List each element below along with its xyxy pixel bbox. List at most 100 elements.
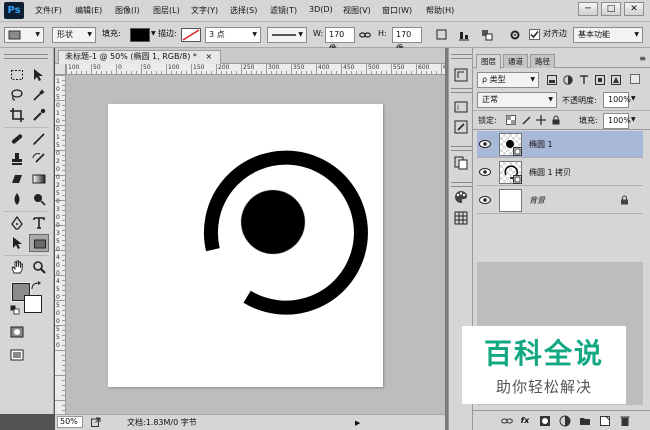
- crop-tool[interactable]: [7, 106, 27, 124]
- width-field[interactable]: 170 像: [325, 27, 355, 53]
- menu-layer[interactable]: 图层(L): [153, 5, 180, 16]
- marquee-tool[interactable]: [7, 66, 27, 84]
- opacity-field[interactable]: 100%: [603, 92, 631, 108]
- close-tab-icon[interactable]: ×: [205, 52, 212, 61]
- layer-name[interactable]: 椭圆 1: [529, 139, 553, 150]
- gear-icon[interactable]: [509, 29, 521, 41]
- fill-color-swatch[interactable]: [130, 28, 150, 42]
- properties-panel-button[interactable]: [452, 154, 471, 172]
- chevron-down-icon[interactable]: ▼: [151, 27, 156, 43]
- menu-help[interactable]: 帮助(H): [426, 5, 454, 16]
- blend-mode-select[interactable]: 正常 ▼: [477, 92, 557, 108]
- swap-colors-icon[interactable]: [30, 281, 42, 291]
- menu-edit[interactable]: 编辑(E): [75, 5, 102, 16]
- link-icon[interactable]: [359, 29, 371, 41]
- workspace-select[interactable]: 基本功能 ▼: [573, 27, 643, 43]
- close-button[interactable]: ✕: [624, 2, 644, 16]
- layer-row-ellipse-1-copy[interactable]: 椭圆 1 拷贝: [477, 159, 643, 186]
- canvas-area[interactable]: [66, 75, 445, 414]
- blur-tool[interactable]: [7, 190, 27, 208]
- panel-menu-icon[interactable]: ≡: [639, 54, 646, 63]
- lock-all-icon[interactable]: [551, 115, 561, 125]
- stroke-type-select[interactable]: ▼: [267, 27, 307, 43]
- filter-pixel-icon[interactable]: [547, 75, 557, 85]
- rectangle-tool[interactable]: [29, 234, 49, 252]
- menu-type[interactable]: 文字(Y): [191, 5, 218, 16]
- tool-preset-picker[interactable]: ▼: [4, 27, 44, 43]
- brush-tool[interactable]: [29, 130, 49, 148]
- lock-pixels-icon[interactable]: [521, 115, 531, 125]
- layer-row-ellipse-1[interactable]: 椭圆 1: [477, 131, 643, 158]
- chevron-down-icon[interactable]: ▼: [631, 95, 636, 102]
- path-arrangement-icon[interactable]: [481, 29, 493, 41]
- menu-filter[interactable]: 滤镜(T): [270, 5, 297, 16]
- menu-view[interactable]: 视图(V): [343, 5, 371, 16]
- eyedropper-tool[interactable]: [29, 106, 49, 124]
- filter-shape-icon[interactable]: [595, 75, 605, 85]
- layer-name[interactable]: 椭圆 1 拷贝: [529, 167, 571, 178]
- tab-layers[interactable]: 图层: [476, 54, 501, 69]
- export-icon[interactable]: [91, 417, 101, 427]
- group-icon[interactable]: [579, 415, 591, 427]
- layer-filter-select[interactable]: ρ 类型 ▼: [477, 72, 539, 88]
- menu-file[interactable]: 文件(F): [35, 5, 62, 16]
- menu-select[interactable]: 选择(S): [230, 5, 257, 16]
- eraser-tool[interactable]: [7, 170, 27, 188]
- history-panel-button[interactable]: [452, 66, 471, 84]
- type-tool[interactable]: [29, 214, 49, 232]
- status-menu-arrow-icon[interactable]: ▶: [355, 416, 360, 430]
- lock-transparency-icon[interactable]: [506, 115, 516, 125]
- lasso-tool[interactable]: [7, 86, 27, 104]
- stroke-width-field[interactable]: 3 点 ▼: [205, 27, 261, 43]
- path-operations-icon[interactable]: [436, 29, 448, 41]
- link-icon[interactable]: [501, 415, 513, 427]
- quick-mask-button[interactable]: [7, 323, 27, 341]
- document-tab[interactable]: 未标题-1 @ 50% (椭圆 1, RGB/8) * ×: [58, 50, 222, 64]
- tab-paths[interactable]: 路径: [530, 54, 555, 68]
- filter-smart-object-icon[interactable]: [611, 75, 621, 85]
- panel-grip[interactable]: [451, 182, 472, 187]
- align-edges-checkbox[interactable]: [529, 29, 540, 40]
- ruler-origin[interactable]: [55, 64, 66, 75]
- tool-mode-select[interactable]: 形状 ▼: [52, 27, 96, 43]
- magic-wand-tool[interactable]: [29, 86, 49, 104]
- panel-grip[interactable]: [451, 54, 472, 59]
- background-color-swatch[interactable]: [24, 295, 42, 313]
- menu-image[interactable]: 图像(I): [115, 5, 140, 16]
- eye-icon[interactable]: [479, 167, 491, 177]
- height-field[interactable]: 170 像: [392, 27, 422, 53]
- panel-grip[interactable]: [451, 88, 472, 93]
- brush-presets-button[interactable]: [452, 118, 471, 136]
- info-panel-button[interactable]: i: [452, 98, 471, 116]
- eye-icon[interactable]: [479, 139, 491, 149]
- filter-toggle-switch[interactable]: [630, 74, 640, 84]
- layer-row-background[interactable]: 背景: [477, 187, 643, 214]
- menu-3d[interactable]: 3D(D): [309, 5, 333, 14]
- chevron-down-icon[interactable]: ▼: [631, 116, 636, 123]
- grid-panel-button[interactable]: [452, 209, 471, 227]
- pen-tool[interactable]: [7, 214, 27, 232]
- tab-channels[interactable]: 通道: [503, 54, 528, 68]
- path-alignment-icon[interactable]: [458, 29, 470, 41]
- panel-grip[interactable]: [451, 146, 472, 151]
- eye-icon[interactable]: [479, 195, 491, 205]
- document-canvas[interactable]: [108, 104, 383, 387]
- fill-opacity-field[interactable]: 100%: [603, 113, 631, 129]
- zoom-field[interactable]: 50%: [57, 416, 83, 428]
- hand-tool[interactable]: [7, 258, 27, 276]
- lock-position-icon[interactable]: [536, 115, 546, 125]
- history-brush-tool[interactable]: [29, 150, 49, 168]
- screen-mode-button[interactable]: [7, 346, 27, 364]
- path-selection-tool[interactable]: [7, 234, 27, 252]
- adjustment-icon[interactable]: [559, 415, 571, 427]
- move-tool[interactable]: [29, 66, 49, 84]
- gradient-tool[interactable]: [29, 170, 49, 188]
- default-colors-icon[interactable]: [10, 305, 20, 315]
- layer-name[interactable]: 背景: [529, 195, 545, 206]
- healing-brush-tool[interactable]: [7, 130, 27, 148]
- swatches-panel-button[interactable]: [452, 188, 471, 206]
- stroke-color-swatch[interactable]: [181, 28, 201, 42]
- vertical-ruler[interactable]: 1050100150200250300350400450500550: [55, 75, 66, 414]
- mask-icon[interactable]: [539, 415, 551, 427]
- filter-type-icon[interactable]: [579, 75, 589, 85]
